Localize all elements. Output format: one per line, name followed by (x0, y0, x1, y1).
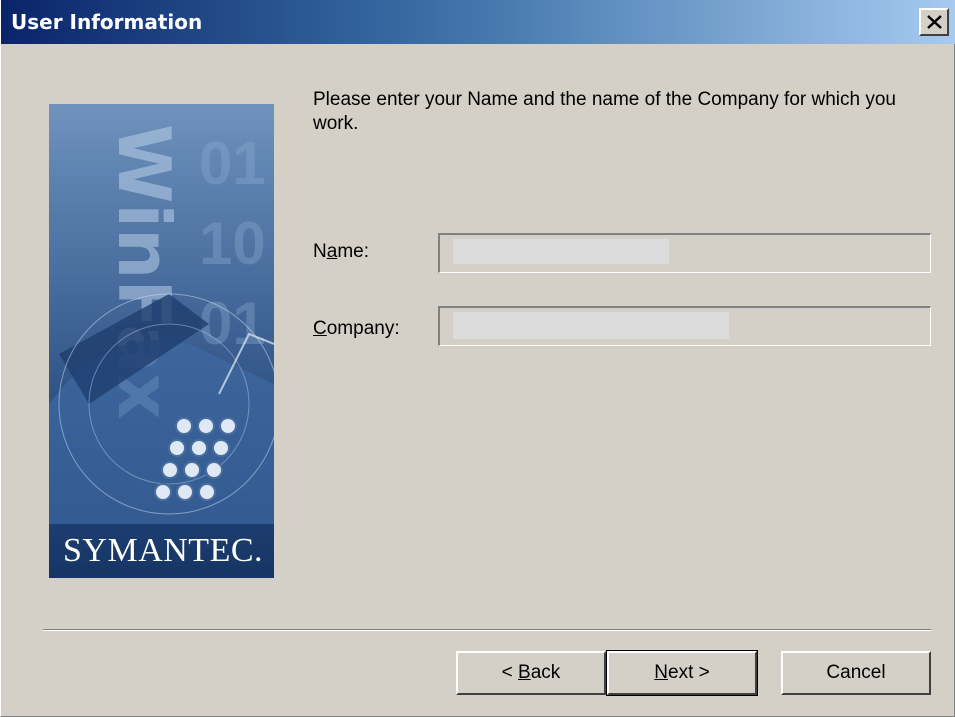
back-button-suffix: ack (530, 662, 561, 683)
company-label-text-end: ompany: (326, 318, 400, 339)
svg-text:01: 01 (199, 130, 266, 197)
cancel-button[interactable]: Cancel (781, 651, 931, 695)
company-field-redaction (453, 312, 729, 339)
back-button-prefix: < (501, 662, 519, 683)
svg-text:01: 01 (199, 290, 266, 357)
separator-highlight (43, 630, 931, 631)
symantec-logo: SYMANTEC. (63, 532, 264, 569)
company-label: Company: (313, 318, 400, 340)
instruction-text: Please enter your Name and the name of t… (313, 89, 896, 134)
svg-text:10: 10 (199, 210, 266, 277)
company-label-accelerator: C (313, 318, 327, 339)
user-information-dialog: User Information 01 10 01 WinFax SYMANTE… (0, 0, 955, 717)
product-banner-image: 01 10 01 WinFax SYMANTEC. (49, 104, 274, 578)
fax-machine-artwork: 01 10 01 WinFax (49, 124, 274, 524)
title-bar[interactable]: User Information (1, 0, 955, 44)
name-field-redaction (453, 239, 669, 264)
window-title: User Information (11, 10, 203, 34)
next-button-suffix: ext > (668, 662, 710, 683)
name-label-text-end: me: (337, 241, 369, 262)
name-label: Name: (313, 241, 369, 263)
next-button-accelerator: N (654, 662, 668, 683)
name-label-accelerator: a (326, 241, 338, 262)
next-button[interactable]: Next > (606, 650, 758, 696)
name-label-text-start: N (313, 241, 327, 262)
close-icon (927, 15, 942, 29)
close-button[interactable] (919, 8, 949, 36)
back-button-accelerator: B (518, 662, 531, 683)
back-button[interactable]: < Back (456, 651, 606, 695)
